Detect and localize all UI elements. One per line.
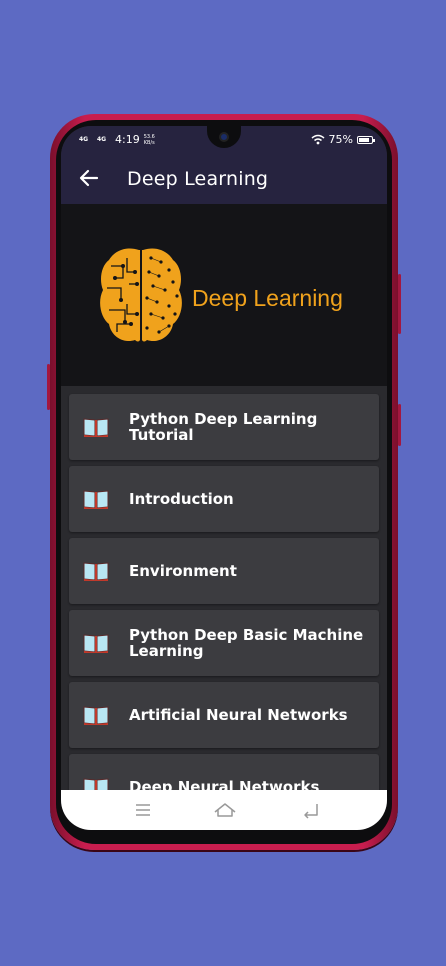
menu-icon[interactable] bbox=[133, 800, 153, 820]
list-item-label: Python Deep Basic Machine Learning bbox=[129, 626, 364, 660]
arrow-left-icon[interactable] bbox=[77, 166, 101, 190]
list-item[interactable]: Introduction bbox=[69, 466, 379, 532]
book-icon bbox=[83, 706, 109, 726]
network-indicator-2: 4G bbox=[97, 135, 107, 143]
banner-title: Deep Learning bbox=[192, 285, 343, 311]
battery-percent: 75% bbox=[328, 133, 353, 146]
book-icon bbox=[83, 418, 109, 438]
list-item-label: Artificial Neural Networks bbox=[129, 706, 348, 724]
list-item-label: Environment bbox=[129, 562, 237, 580]
list-item[interactable]: Environment bbox=[69, 538, 379, 604]
list-item[interactable]: Python Deep Learning Tutorial bbox=[69, 394, 379, 460]
list-item[interactable]: Python Deep Basic Machine Learning bbox=[69, 610, 379, 676]
network-speed: 53.6 KB/s bbox=[143, 133, 155, 146]
status-time: 4:19 bbox=[115, 133, 140, 146]
list-item-label: Python Deep Learning Tutorial bbox=[129, 410, 318, 444]
system-nav-bar bbox=[61, 790, 387, 830]
network-indicator: 4G bbox=[79, 135, 89, 143]
book-icon bbox=[83, 562, 109, 582]
wifi-icon bbox=[311, 134, 325, 145]
front-camera bbox=[207, 126, 241, 148]
brain-logo bbox=[100, 248, 182, 342]
home-icon[interactable] bbox=[213, 800, 237, 820]
battery-icon bbox=[357, 135, 375, 144]
book-icon bbox=[83, 490, 109, 510]
back-icon[interactable] bbox=[301, 800, 321, 820]
phone-screen: 4G 4G 4:19 53.6 KB/s 75% Deep Learning D… bbox=[61, 126, 387, 830]
banner: Deep Learning bbox=[61, 204, 387, 386]
status-bar: 4G 4G 4:19 53.6 KB/s 75% bbox=[61, 126, 387, 154]
list-item-label: Introduction bbox=[129, 490, 234, 508]
app-bar: Deep Learning bbox=[61, 154, 387, 204]
list-item[interactable]: Artificial Neural Networks bbox=[69, 682, 379, 748]
page-title: Deep Learning bbox=[127, 168, 269, 190]
book-icon bbox=[83, 634, 109, 654]
